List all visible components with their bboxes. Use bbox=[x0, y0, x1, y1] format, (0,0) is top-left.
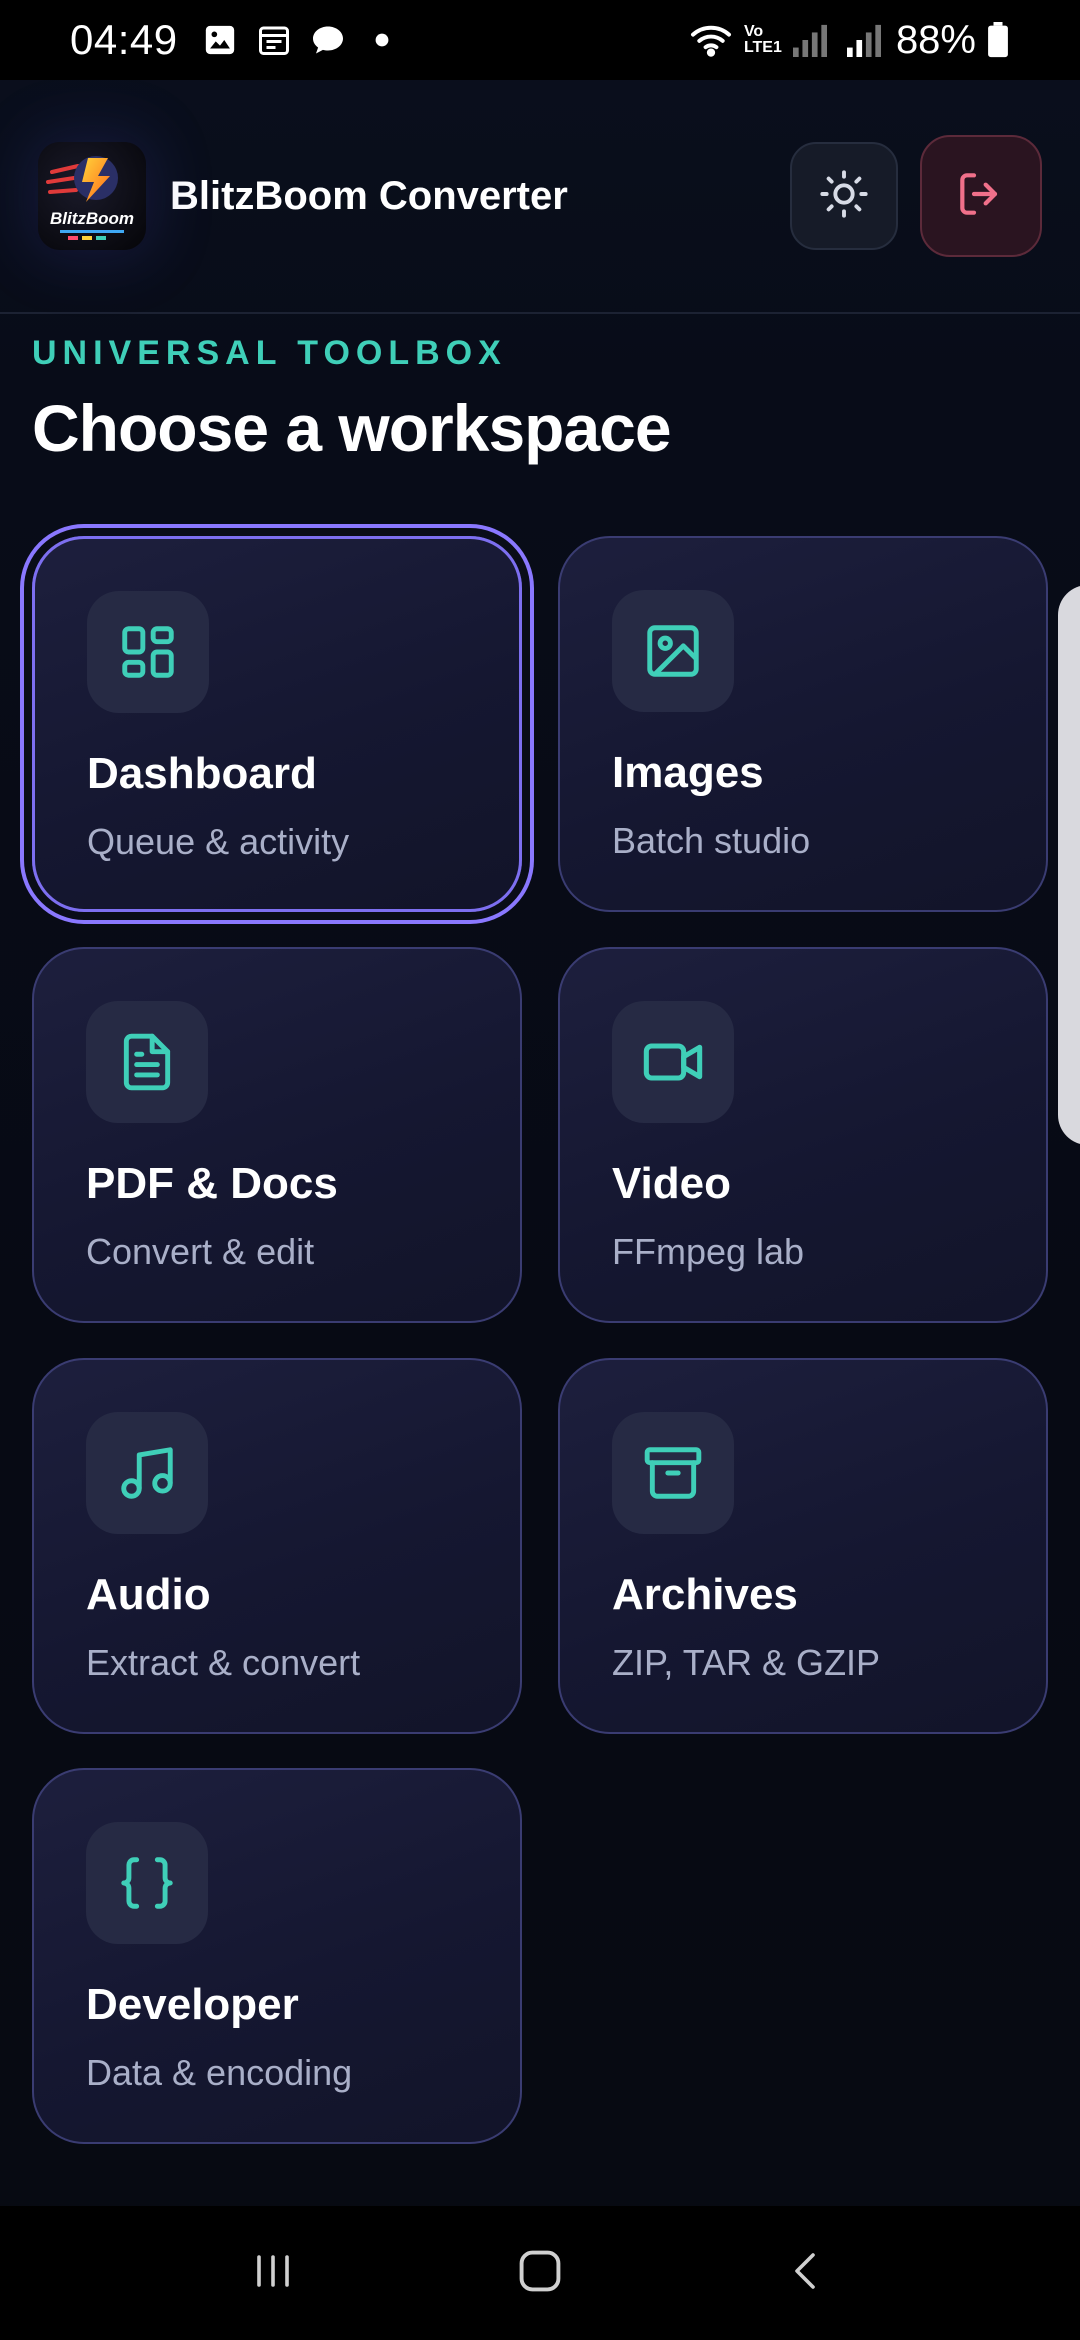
document-icon bbox=[86, 1001, 208, 1123]
video-camera-icon bbox=[612, 1001, 734, 1123]
network-label: Vo LTE1 bbox=[743, 23, 782, 56]
home-button[interactable] bbox=[490, 2233, 590, 2313]
card-subtitle: Extract & convert bbox=[86, 1642, 361, 1683]
card-title: Dashboard bbox=[87, 749, 317, 798]
system-nav-bar bbox=[0, 2206, 1080, 2340]
archive-box-icon bbox=[612, 1412, 734, 1534]
music-note-icon bbox=[86, 1412, 208, 1534]
chat-icon bbox=[308, 20, 348, 60]
app-title: BlitzBoom Converter bbox=[170, 173, 568, 218]
logout-icon bbox=[953, 166, 1009, 227]
card-subtitle: FFmpeg lab bbox=[612, 1231, 805, 1272]
card-subtitle: Convert & edit bbox=[86, 1231, 315, 1272]
workspace-card-dashboard[interactable]: Dashboard Queue & activity bbox=[32, 536, 522, 912]
card-title: Video bbox=[612, 1159, 732, 1208]
card-subtitle: ZIP, TAR & GZIP bbox=[612, 1642, 881, 1683]
card-subtitle: Data & encoding bbox=[86, 2052, 353, 2093]
app-header: BlitzBoom BlitzBoom Converter bbox=[0, 80, 1080, 314]
theme-toggle-button[interactable] bbox=[790, 142, 898, 250]
edge-panel-handle[interactable] bbox=[1058, 585, 1080, 1145]
workspace-card-images[interactable]: Images Batch studio bbox=[558, 536, 1048, 912]
app-screen: 04:49 Vo LTE1 88% BlitzBoom BlitzBoom Co… bbox=[0, 0, 1080, 2340]
card-title: Developer bbox=[86, 1980, 299, 2029]
workspace-card-audio[interactable]: Audio Extract & convert bbox=[32, 1358, 522, 1734]
image-icon bbox=[612, 590, 734, 712]
workspace-card-archives[interactable]: Archives ZIP, TAR & GZIP bbox=[558, 1358, 1048, 1734]
workspace-card-developer[interactable]: Developer Data & encoding bbox=[32, 1768, 522, 2144]
section-eyebrow: UNIVERSAL TOOLBOX bbox=[32, 334, 507, 372]
calendar-icon bbox=[254, 20, 294, 60]
card-title: PDF & Docs bbox=[86, 1159, 338, 1208]
status-time: 04:49 bbox=[70, 16, 178, 63]
signal-icon bbox=[788, 20, 832, 60]
workspace-card-pdf-docs[interactable]: PDF & Docs Convert & edit bbox=[32, 947, 522, 1323]
dot-icon bbox=[362, 20, 402, 60]
recent-apps-icon bbox=[249, 2247, 297, 2300]
svg-text:BlitzBoom: BlitzBoom bbox=[50, 209, 134, 228]
sun-icon bbox=[818, 168, 870, 225]
card-title: Images bbox=[612, 748, 764, 797]
workspace-card-video[interactable]: Video FFmpeg lab bbox=[558, 947, 1048, 1323]
page-title: Choose a workspace bbox=[32, 391, 672, 465]
battery-percent: 88% bbox=[895, 17, 976, 62]
signal-icon-2 bbox=[842, 20, 886, 60]
braces-icon bbox=[86, 1822, 208, 1944]
status-bar: 04:49 Vo LTE1 88% bbox=[0, 0, 1080, 80]
card-title: Archives bbox=[612, 1570, 798, 1619]
card-subtitle: Batch studio bbox=[612, 820, 811, 861]
app-logo: BlitzBoom bbox=[38, 142, 146, 250]
recent-apps-button[interactable] bbox=[223, 2233, 323, 2313]
wifi-icon bbox=[688, 20, 734, 60]
back-icon bbox=[783, 2247, 831, 2300]
battery-icon bbox=[986, 20, 1010, 60]
back-button[interactable] bbox=[757, 2233, 857, 2313]
home-icon bbox=[514, 2245, 566, 2302]
logout-button[interactable] bbox=[920, 135, 1042, 257]
grid-icon bbox=[87, 591, 209, 713]
card-subtitle: Queue & activity bbox=[87, 821, 350, 862]
gallery-icon bbox=[200, 20, 240, 60]
card-title: Audio bbox=[86, 1570, 211, 1619]
